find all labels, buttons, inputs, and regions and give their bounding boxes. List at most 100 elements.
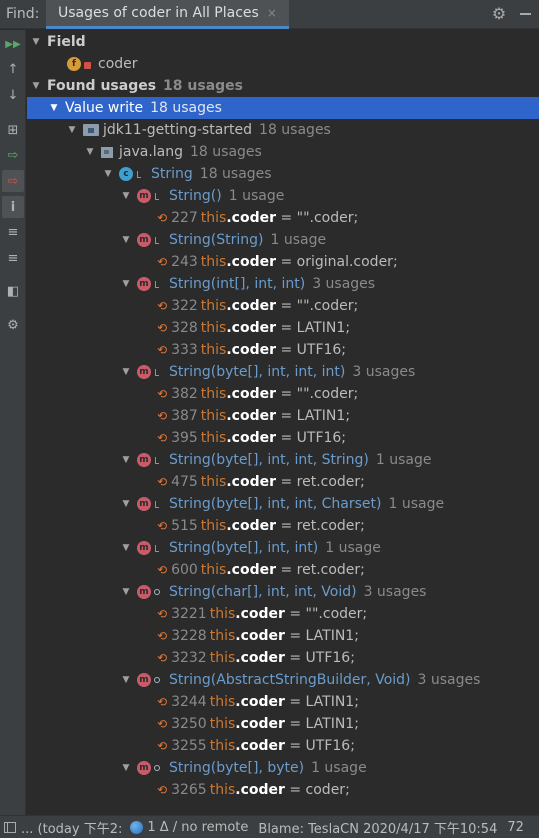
- assigned-value: "".coder;: [296, 386, 359, 402]
- assign-operator: =: [276, 562, 297, 578]
- expand-arrow-icon[interactable]: ▼: [121, 543, 131, 553]
- expand-arrow-icon[interactable]: ▼: [103, 169, 113, 179]
- usage-row[interactable]: ⟲ 475 this .coder = ret.coder;: [27, 471, 539, 493]
- expand-arrow-icon[interactable]: ▼: [121, 587, 131, 597]
- tab-close-icon[interactable]: ×: [267, 6, 277, 20]
- expand-all-icon[interactable]: ≡: [2, 221, 24, 243]
- tree-node-method[interactable]: ▼ m String(byte[], int, int, Charset) 1 usa…: [27, 493, 539, 515]
- settings-icon[interactable]: ⚙: [2, 314, 24, 336]
- assign-operator: =: [276, 408, 297, 424]
- expand-arrow-icon[interactable]: ▼: [67, 125, 77, 135]
- group-by-icon[interactable]: ⊞: [2, 119, 24, 141]
- usage-row[interactable]: ⟲ 382 this .coder = "".coder;: [27, 383, 539, 405]
- tree-node-method[interactable]: ▼ m String(byte[], int, int, String) 1 usag…: [27, 449, 539, 471]
- package-private-icon: [154, 765, 160, 771]
- tree-node-method[interactable]: ▼ m String(int[], int, int) 3 usages: [27, 273, 539, 295]
- toggle-panels-icon[interactable]: [4, 821, 16, 833]
- expand-arrow-icon[interactable]: ▼: [121, 675, 131, 685]
- usage-row[interactable]: ⟲ 3255 this .coder = UTF16;: [27, 735, 539, 757]
- line-number: 600: [171, 562, 198, 578]
- assign-operator: =: [284, 716, 306, 732]
- usage-row[interactable]: ⟲ 333 this .coder = UTF16;: [27, 339, 539, 361]
- public-icon: [154, 368, 162, 376]
- tree-node-class[interactable]: ▼ c String 18 usages: [27, 163, 539, 185]
- next-occurrence-icon[interactable]: ↓: [2, 84, 24, 106]
- usage-row[interactable]: ⟲ 515 this .coder = ret.coder;: [27, 515, 539, 537]
- line-number: 387: [171, 408, 198, 424]
- tree-node-method[interactable]: ▼ m String(String) 1 usage: [27, 229, 539, 251]
- info-icon[interactable]: i: [2, 196, 24, 218]
- expand-arrow-icon[interactable]: ▼: [121, 191, 131, 201]
- expand-arrow-icon[interactable]: ▼: [121, 367, 131, 377]
- rerun-icon[interactable]: ▶▶: [2, 33, 24, 55]
- field-reference: .coder: [235, 606, 285, 622]
- minimize-icon[interactable]: [518, 5, 534, 23]
- usage-row[interactable]: ⟲ 3265 this .coder = coder;: [27, 779, 539, 801]
- tree-node-method[interactable]: ▼ m String(char[], int, int, Void) 3 usages: [27, 581, 539, 603]
- field-reference: .coder: [235, 650, 285, 666]
- usage-row[interactable]: ⟲ 387 this .coder = LATIN1;: [27, 405, 539, 427]
- collapse-all-icon[interactable]: ≡: [2, 247, 24, 269]
- line-number: 3250: [171, 716, 207, 732]
- line-number: 395: [171, 430, 198, 446]
- preview-icon[interactable]: ◧: [2, 280, 24, 302]
- assigned-value: UTF16;: [305, 650, 355, 666]
- write-access-icon: ⟲: [157, 431, 168, 445]
- public-icon: [154, 544, 162, 552]
- expand-arrow-icon[interactable]: ▼: [121, 235, 131, 245]
- this-keyword: this: [209, 694, 236, 710]
- show-read-access-icon[interactable]: ⇨: [2, 144, 24, 166]
- tree-node-package[interactable]: ▼ java.lang 18 usages: [27, 141, 539, 163]
- this-keyword: this: [200, 320, 227, 336]
- usage-row[interactable]: ⟲ 3228 this .coder = LATIN1;: [27, 625, 539, 647]
- field-reference: .coder: [226, 386, 276, 402]
- write-access-icon: ⟲: [157, 321, 168, 335]
- usage-row[interactable]: ⟲ 3221 this .coder = "".coder;: [27, 603, 539, 625]
- class-count: 18 usages: [199, 166, 272, 182]
- expand-arrow-icon[interactable]: ▼: [49, 103, 59, 113]
- field-reference: .coder: [226, 430, 276, 446]
- expand-arrow-icon[interactable]: ▼: [121, 499, 131, 509]
- tree-node-method[interactable]: ▼ m String(byte[], byte) 1 usage: [27, 757, 539, 779]
- usage-row[interactable]: ⟲ 227 this .coder = "".coder;: [27, 207, 539, 229]
- usage-row[interactable]: ⟲ 395 this .coder = UTF16;: [27, 427, 539, 449]
- this-keyword: this: [209, 782, 236, 798]
- public-icon: [154, 280, 162, 288]
- status-vcs-changes[interactable]: 1 Δ / no remote: [147, 820, 248, 835]
- tree-node-method[interactable]: ▼ m String(byte[], int, int, int) 3 usages: [27, 361, 539, 383]
- method-signature: String(int[], int, int): [169, 276, 306, 292]
- usage-row[interactable]: ⟲ 600 this .coder = ret.coder;: [27, 559, 539, 581]
- previous-occurrence-icon[interactable]: ↑: [2, 58, 24, 80]
- expand-arrow-icon[interactable]: ▼: [31, 37, 41, 47]
- usage-row[interactable]: ⟲ 3232 this .coder = UTF16;: [27, 647, 539, 669]
- expand-arrow-icon[interactable]: ▼: [31, 81, 41, 91]
- line-number: 382: [171, 386, 198, 402]
- usage-row[interactable]: ⟲ 3244 this .coder = LATIN1;: [27, 691, 539, 713]
- class-label: String: [151, 166, 193, 182]
- tree-node-method[interactable]: ▼ m String(byte[], int, int) 1 usage: [27, 537, 539, 559]
- expand-arrow-icon[interactable]: ▼: [121, 455, 131, 465]
- tree-node-field-coder[interactable]: f coder: [27, 53, 539, 75]
- status-blame[interactable]: Blame: TeslaCN 2020/4/17 下午10:54: [258, 818, 497, 837]
- usage-row[interactable]: ⟲ 243 this .coder = original.coder;: [27, 251, 539, 273]
- show-write-access-icon[interactable]: ⇨: [2, 170, 24, 192]
- tree-node-found-usages[interactable]: ▼ Found usages 18 usages: [27, 75, 539, 97]
- tree-node-project[interactable]: ▼ jdk11-getting-started 18 usages: [27, 119, 539, 141]
- write-access-icon: ⟲: [157, 343, 168, 357]
- tab-usages-of-coder[interactable]: Usages of coder in All Places ×: [46, 0, 289, 29]
- expand-arrow-icon[interactable]: ▼: [121, 763, 131, 773]
- usage-row[interactable]: ⟲ 322 this .coder = "".coder;: [27, 295, 539, 317]
- value-write-count: 18 usages: [150, 100, 222, 116]
- method-signature: String(): [169, 188, 222, 204]
- tree-node-method[interactable]: ▼ m String(AbstractStringBuilder, Void) 3 u…: [27, 669, 539, 691]
- tree-node-method[interactable]: ▼ m String() 1 usage: [27, 185, 539, 207]
- gear-icon[interactable]: ⚙: [490, 5, 508, 23]
- tree-node-value-write[interactable]: ▼ Value write 18 usages: [27, 97, 539, 119]
- expand-arrow-icon[interactable]: ▼: [85, 147, 95, 157]
- method-icon: m: [137, 189, 151, 203]
- expand-arrow-icon[interactable]: ▼: [121, 279, 131, 289]
- usage-row[interactable]: ⟲ 328 this .coder = LATIN1;: [27, 317, 539, 339]
- tree-node-field-header[interactable]: ▼ Field: [27, 31, 539, 53]
- method-icon: m: [137, 233, 151, 247]
- usage-row[interactable]: ⟲ 3250 this .coder = LATIN1;: [27, 713, 539, 735]
